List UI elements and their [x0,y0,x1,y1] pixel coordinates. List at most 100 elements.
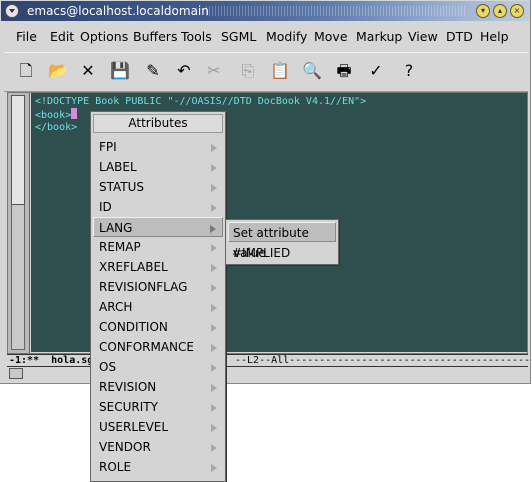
save-as-icon[interactable]: ✎ [141,59,165,83]
attr-item-os[interactable]: OS [93,357,223,377]
attr-item-label: SECURITY [99,400,158,414]
tool-bar: 🗋 📂 ✕ 💾 ✎ ↶ ✂ ⎘ 📋 🔍 🖶 ✓? [4,52,528,92]
undo-icon[interactable]: ↶ [172,59,196,83]
submenu-arrow-icon [211,164,217,172]
submenu-arrow-icon [211,244,217,252]
attr-item-label: XREFLABEL [99,260,168,274]
paste-icon[interactable]: 📋 [268,59,292,83]
code-line: </book> [35,122,78,133]
window-menu-icon[interactable] [5,4,19,18]
attr-item-label: FPI [99,140,117,154]
attr-item-label: REMAP [99,240,141,254]
title-bar[interactable]: emacs@localhost.localdomain ▾ ▴ × [1,1,530,21]
cut-scissors-icon[interactable]: ✂ [202,59,226,83]
attr-item-security[interactable]: SECURITY [93,397,223,417]
submenu-arrow-icon [211,384,217,392]
text-cursor [71,108,78,119]
attr-item-label: OS [99,360,117,374]
submenu-item-label: #IMPLIED [232,246,291,260]
attr-item-status[interactable]: STATUS [93,177,223,197]
close-x-icon[interactable]: ✕ [76,59,100,83]
attr-item-label[interactable]: LABEL [93,157,223,177]
menu-buffers[interactable]: Buffers [133,29,177,44]
submenu-arrow-icon [211,324,217,332]
attr-item-label: REVISIONFLAG [99,280,188,294]
customize-icon[interactable]: ✓ [364,59,388,83]
attr-item-xreflabel[interactable]: XREFLABEL [93,257,223,277]
menu-file[interactable]: File [16,29,37,44]
new-file-icon[interactable]: 🗋 [14,59,38,83]
attr-item-role[interactable]: ROLE [93,457,223,477]
attr-item-vendor[interactable]: VENDOR [93,437,223,457]
attr-item-remap[interactable]: REMAP [93,237,223,257]
attr-item-label: ROLE [99,460,132,474]
copy-icon[interactable]: ⎘ [236,59,260,83]
attr-item-conformance[interactable]: CONFORMANCE [93,337,223,357]
attr-item-fpi[interactable]: FPI [93,137,223,157]
minibuffer[interactable] [7,367,528,381]
search-icon[interactable]: 🔍 [300,59,324,83]
attr-item-id[interactable]: ID [93,197,223,217]
attr-item-label: REVISION [99,380,157,394]
attr-item-label: ARCH [99,300,133,314]
submenu-arrow-icon [211,184,217,192]
vertical-scrollbar[interactable] [8,93,30,353]
mode-line-buffer: -1:** hola.sg [9,355,94,366]
submenu-arrow-icon [211,464,217,472]
mode-line-position: --L2--All-------------------------------… [235,355,532,366]
code-line: <book> [35,108,78,122]
menu-help[interactable]: Help [480,29,509,44]
close-icon[interactable]: × [510,4,524,18]
attributes-popup-menu: Attributes FPI LABEL STATUS ID LANG REMAP XREF… [90,111,226,482]
attr-item-arch[interactable]: ARCH [93,297,223,317]
menu-move[interactable]: Move [314,29,348,44]
attr-item-condition[interactable]: CONDITION [93,317,223,337]
open-folder-icon[interactable]: 📂 [46,59,70,83]
submenu-arrow-icon [211,364,217,372]
submenu-arrow-icon [211,144,217,152]
submenu-arrow-icon [211,404,217,412]
minimize-icon[interactable]: ▾ [476,4,490,18]
attr-item-lang[interactable]: LANG [93,217,223,237]
attr-item-label: CONFORMANCE [99,340,194,354]
set-attribute-value-item[interactable]: Set attribute value [228,222,336,260]
attr-item-label: USERLEVEL [99,420,169,434]
implied-item[interactable]: #IMPLIED [228,243,336,263]
menu-view[interactable]: View [408,29,438,44]
help-icon[interactable]: ? [397,59,421,83]
mode-line[interactable]: -1:** hola.sg --L2--All-----------------… [7,354,532,367]
emacs-window: emacs@localhost.localdomain ▾ ▴ × File Ed… [0,0,532,384]
submenu-arrow-icon [211,444,217,452]
submenu-arrow-icon [211,284,217,292]
menu-bar: File Edit Options Buffers Tools SGML Modify Mov… [4,24,528,48]
submenu-arrow-icon [211,424,217,432]
attr-item-label: LABEL [99,160,137,174]
attr-item-revisionflag[interactable]: REVISIONFLAG [93,277,223,297]
attr-item-userlevel[interactable]: USERLEVEL [93,417,223,437]
attr-item-label: ID [99,200,112,214]
menu-dtd[interactable]: DTD [446,29,473,44]
save-disk-icon[interactable]: 💾 [108,59,132,83]
code-line: <!DOCTYPE Book PUBLIC "-//OASIS//DTD Doc… [35,96,367,107]
scrollbar-thumb[interactable] [11,95,25,205]
title-bar-grip [206,6,466,16]
menu-sgml[interactable]: SGML [221,29,256,44]
attr-item-label: LANG [99,221,133,235]
attr-item-label: STATUS [99,180,145,194]
menu-edit[interactable]: Edit [50,29,74,44]
minibuffer-scroll-box [9,368,23,379]
menu-options[interactable]: Options [80,29,128,44]
maximize-icon[interactable]: ▴ [493,4,507,18]
code-text: <book> [35,110,72,121]
submenu-arrow-icon [211,344,217,352]
attr-item-label: VENDOR [99,440,151,454]
window-title: emacs@localhost.localdomain [27,4,209,18]
attr-item-revision[interactable]: REVISION [93,377,223,397]
menu-tools[interactable]: Tools [181,29,212,44]
print-icon[interactable]: 🖶 [332,59,356,83]
submenu-arrow-icon [211,264,217,272]
attr-item-label: CONDITION [99,320,168,334]
lang-submenu: Set attribute value #IMPLIED [225,219,339,265]
menu-modify[interactable]: Modify [266,29,307,44]
menu-markup[interactable]: Markup [356,29,402,44]
